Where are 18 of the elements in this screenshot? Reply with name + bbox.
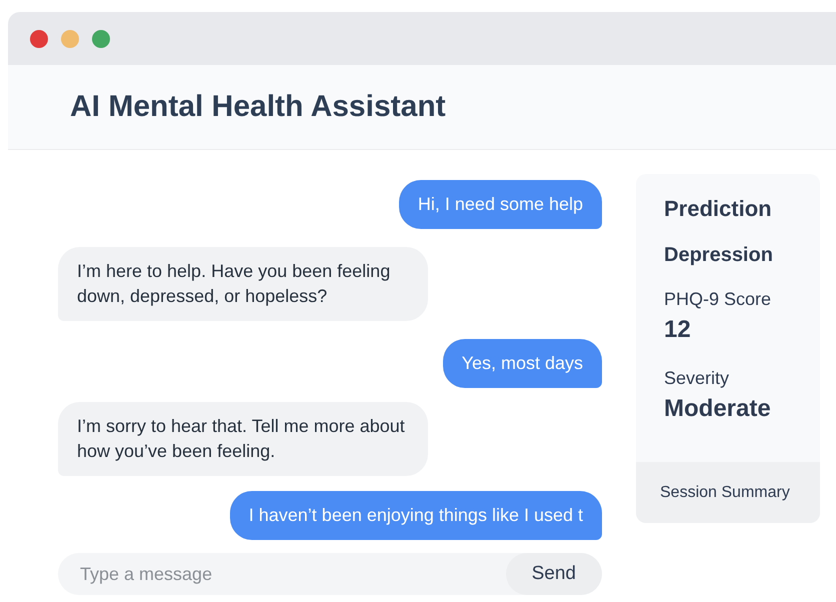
user-message: Yes, most days: [442, 339, 602, 388]
minimize-button[interactable]: [61, 30, 79, 48]
panel-heading: Prediction: [664, 196, 773, 222]
field-value: 12: [664, 316, 692, 344]
field-label: PHQ-9 Score: [664, 289, 772, 310]
user-message: Hi, I need some help: [398, 180, 602, 229]
close-button[interactable]: [30, 30, 48, 48]
field-value: Moderate: [664, 395, 772, 423]
user-message: I haven’t been enjoying things like I used t: [230, 491, 602, 540]
message-field[interactable]: Type a message Send: [58, 553, 602, 595]
assistant-message: I’m sorry to hear that. Tell me more about how you’ve been feeling.: [58, 402, 428, 476]
session-summary[interactable]: Session Summary: [636, 462, 820, 523]
field-label: Severity: [664, 368, 730, 389]
assistant-message: I’m here to help. Have you been feeling down, depressed, or hopeless?: [58, 247, 428, 321]
send-button[interactable]: Send: [506, 553, 602, 595]
app-title: AI Mental Health Assistant: [70, 90, 446, 124]
prediction-result: Depression: [664, 244, 774, 267]
maximize-button[interactable]: [92, 30, 110, 48]
